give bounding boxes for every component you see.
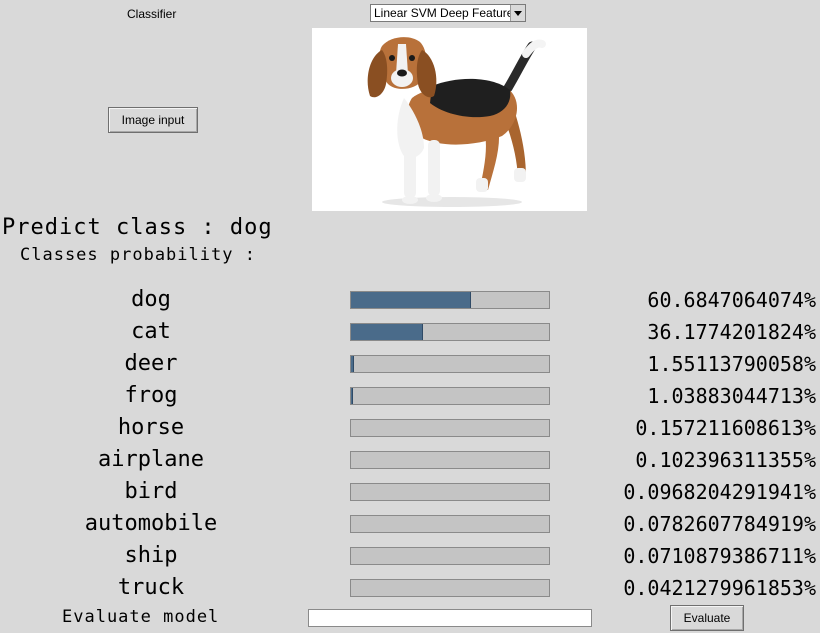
probability-bar [350, 579, 550, 597]
class-label: bird [124, 479, 178, 504]
evaluate-model-field[interactable] [308, 609, 592, 627]
evaluate-model-label: Evaluate model [62, 607, 220, 627]
class-label: ship [124, 543, 178, 568]
preview-image [312, 28, 587, 211]
probability-value: 1.03883044713% [647, 384, 816, 408]
probability-bar [350, 419, 550, 437]
class-probability-subtitle: Classes probability : [20, 245, 256, 265]
probability-bar [350, 451, 550, 469]
class-label: dog [131, 287, 171, 312]
probability-bar-fill [351, 356, 354, 372]
probability-value: 0.157211608613% [635, 416, 816, 440]
class-label: airplane [98, 447, 204, 472]
probability-bar-fill [351, 324, 423, 340]
probability-value: 1.55113790058% [647, 352, 816, 376]
image-input-button[interactable]: Image input [108, 107, 198, 133]
probability-value: 0.0710879386711% [623, 544, 816, 568]
probability-bar-fill [351, 292, 471, 308]
probability-bar [350, 355, 550, 373]
classifier-select[interactable]: Linear SVM Deep Features [370, 4, 526, 22]
class-label: automobile [84, 511, 218, 536]
predicted-class-title: Predict class : dog [2, 215, 273, 240]
class-label: cat [131, 319, 171, 344]
probability-value: 36.1774201824% [647, 320, 816, 344]
probability-value: 0.0782607784919% [623, 512, 816, 536]
probability-value: 60.6847064074% [647, 288, 816, 312]
evaluate-button[interactable]: Evaluate [670, 605, 744, 631]
probability-bar [350, 483, 550, 501]
probability-value: 0.102396311355% [635, 448, 816, 472]
probability-bar [350, 515, 550, 533]
probability-bar [350, 291, 550, 309]
classifier-selected-value: Linear SVM Deep Features [374, 6, 510, 20]
class-label: deer [124, 351, 178, 376]
probability-value: 0.0968204291941% [623, 480, 816, 504]
probability-bar-fill [351, 388, 353, 404]
class-label: truck [117, 575, 185, 600]
classifier-label: Classifier [127, 7, 177, 21]
class-label: horse [117, 415, 185, 440]
chevron-down-icon[interactable] [510, 5, 525, 21]
beagle-dog-photo-icon [367, 37, 546, 207]
probability-value: 0.0421279961853% [623, 576, 816, 600]
probability-bar [350, 387, 550, 405]
probability-bar [350, 547, 550, 565]
probability-bar [350, 323, 550, 341]
class-label: frog [124, 383, 178, 408]
